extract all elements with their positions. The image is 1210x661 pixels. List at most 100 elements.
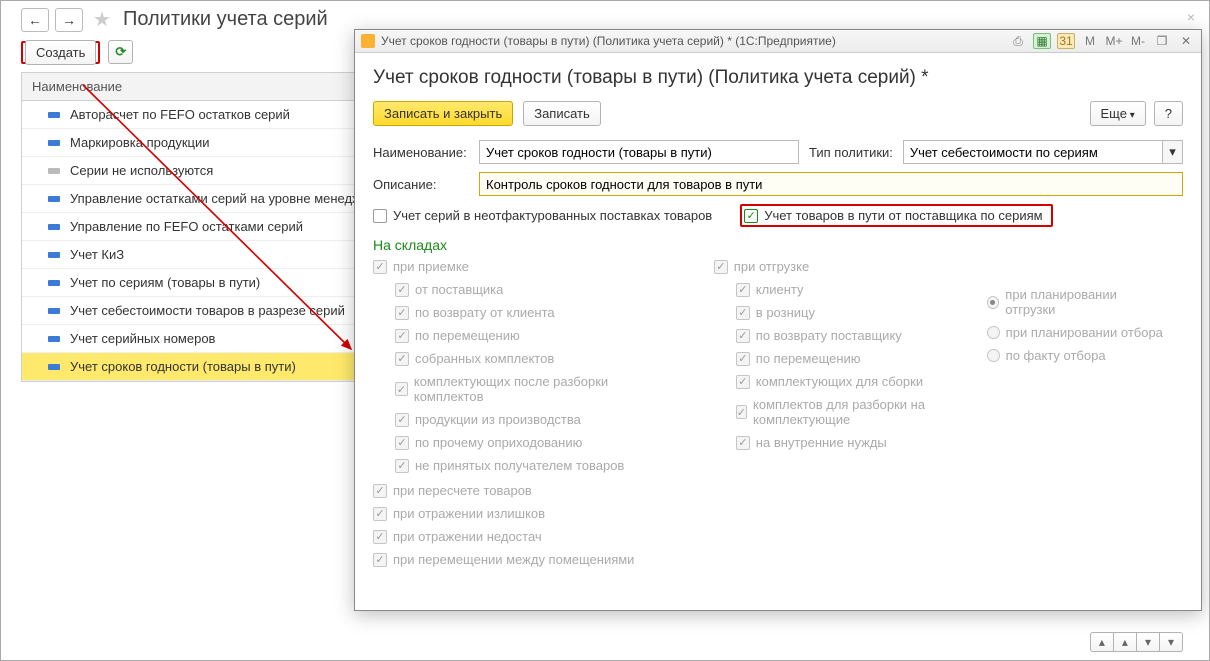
checkbox-icon [373,209,387,223]
nav-back-button[interactable]: ← [21,8,49,32]
mem-mplus-button[interactable]: M+ [1105,33,1123,49]
radio-icon [987,296,1000,309]
disabled-check: при отражении недостач [373,529,1165,544]
name-label: Наименование: [373,145,469,160]
item-icon [48,140,60,146]
disabled-check: на внутренние нужды [736,435,929,450]
checkbox-icon [736,329,750,343]
page-title: Политики учета серий [123,8,328,31]
name-row: Наименование: Тип политики: ▾ [373,140,1183,164]
transit-check[interactable]: Учет товаров в пути от поставщика по сер… [744,208,1042,223]
checkbox-icon [395,306,409,320]
scroll-up-button[interactable]: ▴ [1114,632,1137,652]
checkbox-icon [395,352,409,366]
scroll-top-button[interactable]: ▴ [1090,632,1114,652]
mem-mminus-button[interactable]: M- [1129,33,1147,49]
item-label: Учет серийных номеров [70,331,215,346]
disabled-check: по прочему оприходованию [395,435,656,450]
disabled-check: при отражении излишков [373,506,1165,521]
item-label: Управление по FEFO остатками серий [70,219,303,234]
type-label: Тип политики: [809,145,893,160]
item-label: Серии не используются [70,163,213,178]
disabled-radio: при планировании отгрузки [987,287,1165,317]
create-button[interactable]: Создать [25,40,96,65]
calc-icon[interactable]: ▦ [1033,33,1051,49]
checkbox-icon [736,283,750,297]
disabled-check: при перемещении между помещениями [373,552,1165,567]
checkbox-icon [395,436,409,450]
name-input[interactable] [479,140,799,164]
disabled-radio: при планировании отбора [987,325,1165,340]
item-icon [48,168,60,174]
mem-m-button[interactable]: M [1081,33,1099,49]
item-label: Управление остатками серий на уровне мен… [70,191,361,206]
window-titlebar[interactable]: Учет сроков годности (товары в пути) (По… [355,30,1201,53]
disabled-check: от поставщика [395,282,656,297]
item-label: Учет сроков годности (товары в пути) [70,359,296,374]
disabled-radio: по факту отбора [987,348,1165,363]
disabled-check: по перемещению [736,351,929,366]
item-label: Маркировка продукции [70,135,210,150]
desc-row: Описание: [373,172,1183,196]
item-icon [48,252,60,258]
form-body: Учет сроков годности (товары в пути) (По… [355,53,1201,610]
item-label: Учет КиЗ [70,247,124,262]
help-button[interactable]: ? [1154,101,1183,126]
save-close-button[interactable]: Записать и закрыть [373,101,513,126]
checkbox-icon [736,352,750,366]
item-icon [48,364,60,370]
form-heading: Учет сроков годности (товары в пути) (По… [373,67,1183,89]
radio-icon [987,326,1000,339]
checkbox-icon [395,283,409,297]
disabled-check: по возврату поставщику [736,328,929,343]
print-icon[interactable]: ⎙ [1009,33,1027,49]
disabled-check: собранных комплектов [395,351,656,366]
disabled-check: по перемещению [395,328,656,343]
item-icon [48,308,60,314]
disabled-check: не принятых получателем товаров [395,458,656,473]
warehouse-columns: при приемке от поставщика по возврату от … [373,259,1183,473]
disabled-check: клиенту [736,282,929,297]
item-icon [48,112,60,118]
on-receipt-check: при приемке [373,259,656,274]
highlight-transit: Учет товаров в пути от поставщика по сер… [740,204,1052,227]
unbilled-check[interactable]: Учет серий в неотфактурованных поставках… [373,208,712,223]
item-label: Авторасчет по FEFO остатков серий [70,107,290,122]
checkbox-icon [736,306,750,320]
checkbox-icon [373,507,387,521]
disabled-check: по возврату от клиента [395,305,656,320]
item-icon [48,196,60,202]
checkbox-icon [373,260,387,274]
command-bar: Записать и закрыть Записать Еще ? [373,101,1183,126]
scroll-bottom-button[interactable]: ▾ [1160,632,1183,652]
window-restore-icon[interactable]: ❐ [1153,33,1171,49]
checkbox-icon [395,459,409,473]
scroll-down-button[interactable]: ▾ [1137,632,1160,652]
description-input[interactable] [479,172,1183,196]
checkbox-icon [373,530,387,544]
checkbox-icon [395,413,409,427]
page-close-icon[interactable]: × [1187,9,1195,25]
refresh-button[interactable]: ⟳ [108,40,133,64]
item-label: Учет по сериям (товары в пути) [70,275,260,290]
calendar-icon[interactable]: 31 [1057,33,1075,49]
desc-label: Описание: [373,177,469,192]
window-close-icon[interactable]: ✕ [1177,33,1195,49]
checkbox-icon [736,405,747,419]
window-title: Учет сроков годности (товары в пути) (По… [381,34,836,48]
policy-type-dropdown-icon[interactable]: ▾ [1163,140,1183,164]
favorite-icon[interactable]: ★ [93,7,111,32]
disabled-check: комплектов для разборки на комплектующие [736,397,929,427]
checkbox-icon [744,209,758,223]
checkbox-icon [395,382,408,396]
save-button[interactable]: Записать [523,101,601,126]
disabled-check: продукции из производства [395,412,656,427]
on-ship-check: при отгрузке [714,259,929,274]
more-button[interactable]: Еще [1090,101,1146,126]
disabled-check: комплектующих для сборки [736,374,929,389]
nav-forward-button[interactable]: → [55,8,83,32]
checkbox-icon [736,375,750,389]
flags-row: Учет серий в неотфактурованных поставках… [373,204,1183,227]
warehouses-heading: На складах [373,237,1183,253]
policy-type-input[interactable] [903,140,1163,164]
